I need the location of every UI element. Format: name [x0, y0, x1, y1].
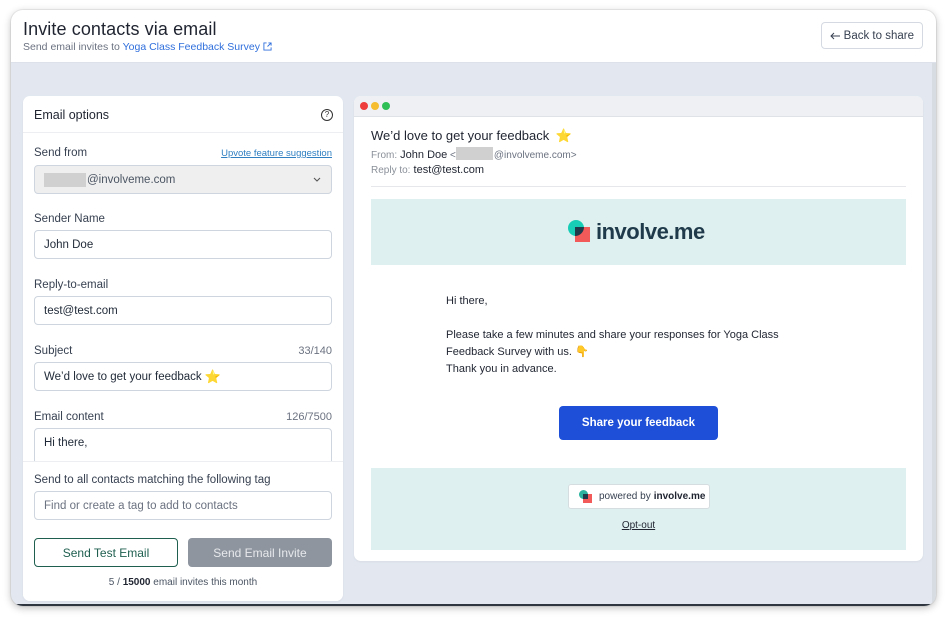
redacted-username	[44, 172, 86, 187]
body-line-2: Feedback Survey with us. 👇	[446, 344, 779, 361]
preview-from: From: John Doe < @involveme.com>	[371, 147, 577, 161]
email-content-value: Hi there,	[44, 437, 88, 449]
page-scrollbar[interactable]	[932, 63, 936, 606]
from-bracket: <	[447, 150, 456, 161]
email-content-counter: 126/7500	[286, 411, 332, 423]
invite-quota: 5 / 15000 email invites this month	[23, 577, 343, 588]
involveme-logo-icon	[568, 219, 593, 245]
star-emoji-icon: ⭐	[204, 368, 221, 384]
pointing-down-emoji-icon: 👇	[575, 346, 589, 358]
preview-subject-text: We’d love to get your feedback	[371, 128, 550, 143]
opt-out-link[interactable]: Opt-out	[371, 520, 906, 531]
page-subtitle: Send email invites to Yoga Class Feedbac…	[23, 41, 272, 53]
tag-placeholder: Find or create a tag to add to contacts	[44, 499, 238, 512]
email-options-header: Email options ?	[23, 96, 343, 133]
tag-input[interactable]: Find or create a tag to add to contacts	[34, 491, 332, 520]
section-divider	[23, 461, 343, 462]
involveme-logo: involve.me	[568, 219, 705, 245]
sender-name-input[interactable]: John Doe	[34, 230, 332, 259]
sender-name-label: Sender Name	[34, 213, 105, 225]
preview-subject: We’d love to get your feedback ⭐	[371, 128, 572, 144]
email-content-label: Email content	[34, 411, 104, 423]
subject-input[interactable]: We’d love to get your feedback ⭐	[34, 362, 332, 391]
brand-banner: involve.me	[371, 199, 906, 265]
from-domain: @involveme.com>	[493, 150, 577, 161]
subject-label: Subject	[34, 345, 73, 357]
preview-divider	[371, 186, 906, 187]
send-test-email-button[interactable]: Send Test Email	[34, 538, 178, 567]
redacted-username	[455, 147, 493, 160]
body-line-1: Please take a few minutes and share your…	[446, 329, 779, 341]
help-icon[interactable]: ?	[321, 109, 333, 121]
powered-by-brand: involve.me	[653, 491, 706, 502]
quota-limit: 15000	[122, 577, 151, 588]
subject-value: We’d love to get your feedback	[44, 370, 202, 383]
page-title: Invite contacts via email	[23, 19, 217, 39]
body-line-3: Thank you in advance.	[446, 363, 557, 375]
logo-text: involve.me	[596, 219, 705, 244]
preview-reply-to: Reply to: test@test.com	[371, 164, 484, 176]
email-options-panel: Email options ? Send from Upvote feature…	[23, 96, 343, 601]
preview-titlebar	[354, 96, 923, 117]
reply-to-label: Reply-to-email	[34, 279, 109, 291]
tag-label: Send to all contacts matching the follow…	[34, 474, 271, 486]
minimize-dot-icon	[371, 102, 379, 110]
sender-name-value: John Doe	[44, 238, 94, 251]
reply-to-label: Reply to:	[371, 165, 411, 176]
email-preview: We’d love to get your feedback ⭐ From: J…	[354, 96, 923, 561]
external-link-icon[interactable]	[263, 42, 272, 51]
back-button-label: Back to share	[843, 29, 914, 42]
powered-by-text: powered by	[599, 491, 651, 502]
maximize-dot-icon	[382, 102, 390, 110]
reply-to-input[interactable]: test@test.com	[34, 296, 332, 325]
page-header: Invite contacts via email Send email inv…	[11, 10, 936, 63]
preview-body: Hi there, Please take a few minutes and …	[446, 293, 779, 378]
email-options-title: Email options	[34, 108, 110, 122]
chevron-down-icon	[313, 177, 321, 182]
quota-suffix: email invites this month	[150, 577, 258, 588]
reply-to-value: test@test.com	[413, 164, 484, 176]
upvote-feature-link[interactable]: Upvote feature suggestion	[221, 148, 332, 159]
send-from-select[interactable]: @involveme.com	[34, 165, 332, 194]
close-dot-icon	[360, 102, 368, 110]
powered-by-badge[interactable]: powered by involve.me	[568, 484, 710, 509]
send-from-value: @involveme.com	[87, 173, 176, 186]
subject-counter: 33/140	[298, 345, 332, 357]
back-to-share-button[interactable]: Back to share	[820, 22, 923, 49]
from-name: John Doe	[400, 149, 448, 161]
send-from-label: Send from	[34, 147, 88, 159]
survey-link[interactable]: Yoga Class Feedback Survey	[123, 41, 260, 53]
share-feedback-button[interactable]: Share your feedback	[559, 406, 718, 440]
send-email-invite-button[interactable]: Send Email Invite	[188, 538, 332, 567]
body-greeting: Hi there,	[446, 295, 488, 307]
preview-footer: powered by involve.me Opt-out	[371, 468, 906, 550]
invite-window: Invite contacts via email Send email inv…	[11, 10, 936, 606]
arrow-left-icon	[829, 32, 840, 39]
from-label: From:	[371, 150, 398, 161]
reply-to-value: test@test.com	[44, 304, 118, 317]
involveme-small-logo-icon	[579, 489, 593, 504]
star-emoji-icon: ⭐	[555, 128, 573, 143]
body-line-2-text: Feedback Survey with us.	[446, 346, 572, 358]
subtitle-prefix: Send email invites to	[23, 41, 123, 53]
quota-separator: /	[114, 577, 123, 588]
